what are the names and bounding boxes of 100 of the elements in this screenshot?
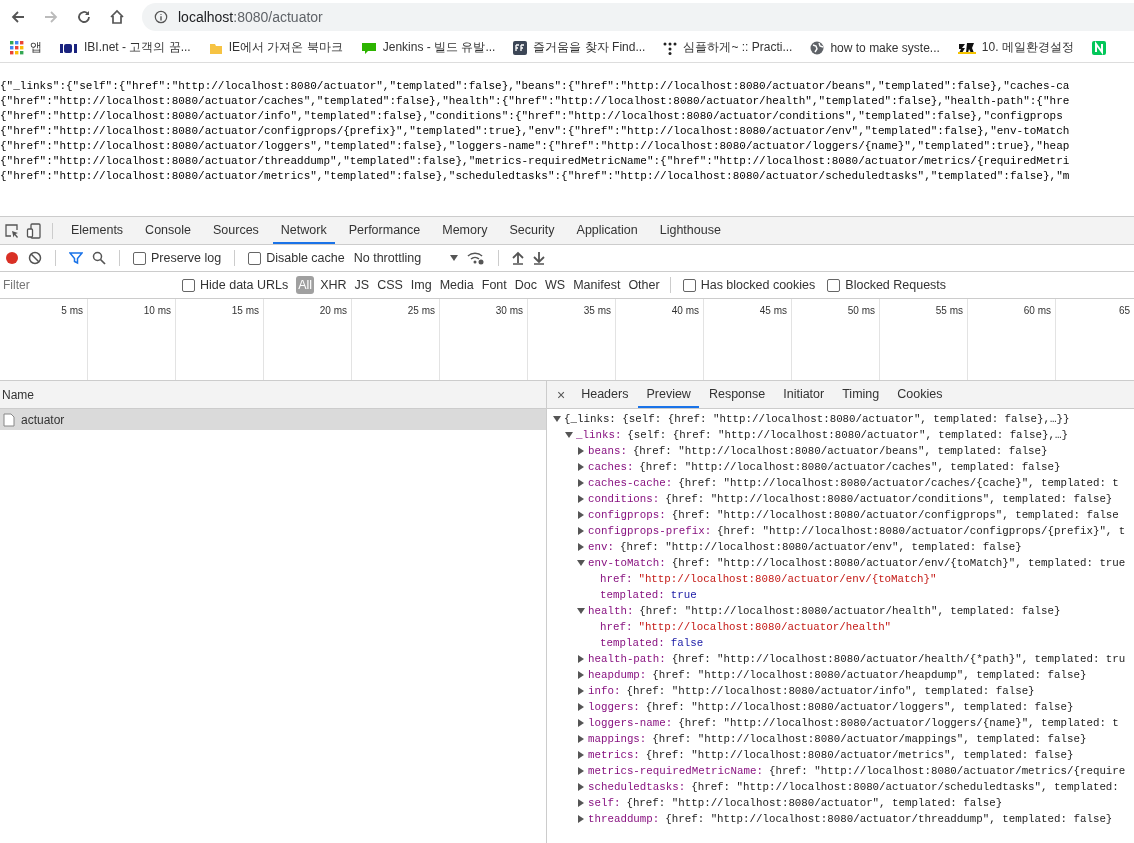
bookmark-item[interactable]: 심플하게~ :: Practi... bbox=[663, 39, 793, 56]
bookmark-item[interactable]: how to make syste... bbox=[810, 40, 940, 55]
wifi-gear-icon[interactable] bbox=[467, 251, 486, 265]
bookmark-item[interactable]: 앱 bbox=[10, 39, 42, 56]
filter-icon[interactable] bbox=[69, 251, 83, 265]
property-key: health: bbox=[588, 605, 634, 617]
collapsed-arrow-icon[interactable] bbox=[577, 479, 585, 487]
collapsed-arrow-icon[interactable] bbox=[577, 735, 585, 743]
object-summary: {self: {href: "http://localhost:8080/actuator", templated: false},…} bbox=[627, 429, 1068, 441]
collapsed-arrow-icon[interactable] bbox=[577, 703, 585, 711]
close-button[interactable]: × bbox=[551, 386, 572, 403]
type-filter-button[interactable]: Img bbox=[408, 276, 434, 294]
type-filter-button[interactable]: CSS bbox=[375, 276, 405, 294]
hide-data-urls-checkbox[interactable]: Hide data URLs bbox=[182, 278, 289, 292]
collapsed-arrow-icon[interactable] bbox=[577, 751, 585, 759]
object-summary: {href: "http://localhost:8080/actuator/env", templated: false} bbox=[619, 541, 1022, 553]
collapsed-arrow-icon[interactable] bbox=[577, 687, 585, 695]
throttling-dropdown[interactable]: No throttling bbox=[353, 251, 442, 265]
back-icon[interactable] bbox=[10, 8, 26, 25]
devtools-tab[interactable]: Console bbox=[137, 217, 199, 244]
collapsed-arrow-icon[interactable] bbox=[577, 799, 585, 807]
json-text-line: {"href":"http://localhost:8080/actuator/threaddump","templated":false},"metrics-requiredMetricName":{"href":"http://localhost:8080/actuator/metrics/{requiredMetri bbox=[0, 154, 1071, 169]
type-filter-button[interactable]: JS bbox=[352, 276, 372, 294]
bookmark-item[interactable]: IE에서 가져온 북마크 bbox=[208, 39, 343, 56]
clear-icon[interactable] bbox=[28, 251, 42, 265]
devtools-tab[interactable]: Network bbox=[272, 217, 335, 244]
collapsed-arrow-icon[interactable] bbox=[577, 655, 585, 663]
bookmark-item[interactable]: IBI.net - 고객의 꿈... bbox=[60, 39, 191, 56]
disable-cache-checkbox[interactable]: Disable cache bbox=[248, 251, 345, 265]
json-text-line: {"href":"http://localhost:8080/actuator/configprops/{prefix}","templated":true},"env":{"href":"http://localhost:8080/actuator/env","templated":false},"env-toMatch bbox=[0, 124, 1071, 139]
timeline-tick: 40 ms bbox=[671, 305, 699, 316]
property-key: loggers-name: bbox=[588, 717, 673, 729]
property-key: env: bbox=[588, 541, 614, 553]
object-summary: {href: "http://localhost:8080/actuator/info", templated: false} bbox=[626, 685, 1035, 697]
type-filter-button[interactable]: XHR bbox=[318, 276, 349, 294]
reload-icon[interactable] bbox=[76, 8, 92, 25]
badge-logo-icon bbox=[957, 41, 976, 54]
property-key: templated: bbox=[600, 589, 665, 601]
collapsed-arrow-icon[interactable] bbox=[577, 463, 585, 471]
inspect-icon[interactable] bbox=[4, 222, 20, 239]
object-summary: {href: "http://localhost:8080/actuator/caches", templated: false} bbox=[639, 461, 1061, 473]
detail-tab[interactable]: Initiator bbox=[775, 381, 833, 408]
collapsed-arrow-icon[interactable] bbox=[577, 495, 585, 503]
property-key: beans: bbox=[588, 445, 627, 457]
type-filter-button[interactable]: WS bbox=[543, 276, 568, 294]
type-filter-button[interactable]: Manifest bbox=[571, 276, 623, 294]
timeline-tick: 15 ms bbox=[231, 305, 259, 316]
expanded-arrow-icon[interactable] bbox=[577, 607, 585, 615]
collapsed-arrow-icon[interactable] bbox=[577, 447, 585, 455]
address-bar[interactable]: localhost:8080/actuator bbox=[142, 2, 1134, 31]
home-icon[interactable] bbox=[109, 8, 125, 25]
detail-tab[interactable]: Headers bbox=[573, 381, 637, 408]
type-filter-button[interactable]: Media bbox=[437, 276, 476, 294]
preserve-log-checkbox[interactable]: Preserve log bbox=[133, 251, 222, 265]
devtools-tab[interactable]: Security bbox=[501, 217, 563, 244]
collapsed-arrow-icon[interactable] bbox=[577, 767, 585, 775]
property-key: configprops: bbox=[588, 509, 666, 521]
detail-tab[interactable]: Timing bbox=[834, 381, 888, 408]
collapsed-arrow-icon[interactable] bbox=[577, 719, 585, 727]
download-icon[interactable] bbox=[533, 251, 546, 265]
detail-tab[interactable]: Response bbox=[700, 381, 774, 408]
devtools-tab[interactable]: Elements bbox=[63, 217, 132, 244]
collapsed-arrow-icon[interactable] bbox=[577, 543, 585, 551]
device-icon[interactable] bbox=[26, 222, 42, 239]
property-key: loggers: bbox=[588, 701, 640, 713]
dots-logo-icon bbox=[663, 40, 678, 55]
devtools-tab[interactable]: Application bbox=[568, 217, 646, 244]
type-filter-button[interactable]: Other bbox=[626, 276, 662, 294]
devtools-tab[interactable]: Performance bbox=[340, 217, 429, 244]
expanded-arrow-icon[interactable] bbox=[553, 415, 561, 423]
blocked-requests-checkbox[interactable]: Blocked Requests bbox=[827, 278, 947, 292]
collapsed-arrow-icon[interactable] bbox=[577, 511, 585, 519]
devtools-tab[interactable]: Lighthouse bbox=[651, 217, 729, 244]
bookmark-item[interactable]: 즐거움을 찾자 Find... bbox=[513, 39, 646, 56]
expanded-arrow-icon[interactable] bbox=[577, 559, 585, 567]
collapsed-arrow-icon[interactable] bbox=[577, 815, 585, 823]
upload-icon[interactable] bbox=[512, 251, 525, 265]
property-key: self: bbox=[588, 797, 621, 809]
property-key: caches-cache: bbox=[588, 477, 673, 489]
square-logo-icon bbox=[1091, 40, 1106, 55]
blocked-cookies-checkbox[interactable]: Has blocked cookies bbox=[682, 278, 816, 292]
bookmark-item[interactable]: 10. 메일환경설정 bbox=[957, 39, 1074, 56]
expanded-arrow-icon[interactable] bbox=[565, 431, 573, 439]
object-summary: {href: "http://localhost:8080/actuator/configprops", templated: false bbox=[671, 509, 1119, 521]
type-filter-button[interactable]: Doc bbox=[512, 276, 539, 294]
collapsed-arrow-icon[interactable] bbox=[577, 527, 585, 535]
info-icon[interactable] bbox=[154, 9, 168, 24]
record-icon[interactable] bbox=[5, 251, 19, 265]
search-icon[interactable] bbox=[92, 251, 106, 265]
type-filter-button[interactable]: Font bbox=[479, 276, 509, 294]
collapsed-arrow-icon[interactable] bbox=[577, 671, 585, 679]
devtools-tab[interactable]: Sources bbox=[205, 217, 267, 244]
request-row[interactable]: actuator bbox=[0, 409, 546, 430]
devtools-tab[interactable]: Memory bbox=[434, 217, 496, 244]
collapsed-arrow-icon[interactable] bbox=[577, 783, 585, 791]
column-header: Name bbox=[2, 387, 34, 402]
detail-tab[interactable]: Cookies bbox=[889, 381, 951, 408]
detail-tab[interactable]: Preview bbox=[638, 381, 699, 408]
object-summary: {href: "http://localhost:8080/actuator/configprops/{prefix}", t bbox=[717, 525, 1126, 537]
bookmark-item[interactable]: Jenkins - 빌드 유발... bbox=[360, 39, 496, 56]
